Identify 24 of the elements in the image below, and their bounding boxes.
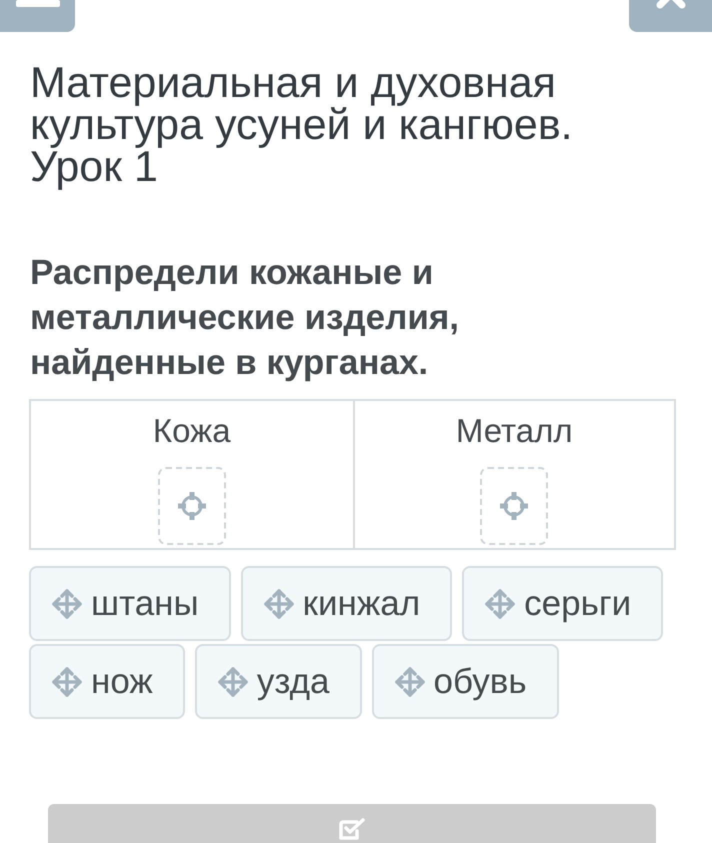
answer-chip[interactable]: нож bbox=[29, 644, 185, 719]
drop-zone[interactable] bbox=[158, 467, 226, 545]
drop-zone[interactable] bbox=[480, 467, 548, 545]
close-button[interactable] bbox=[629, 0, 712, 32]
answer-chip[interactable]: серьги bbox=[462, 566, 664, 641]
column-header: Кожа bbox=[152, 411, 231, 451]
menu-button[interactable] bbox=[0, 0, 75, 32]
move-icon bbox=[51, 666, 83, 698]
move-icon bbox=[484, 588, 516, 620]
task-text: Распредели кожаные и металлические изделия, найденные в курганах. bbox=[30, 252, 460, 384]
lesson-title: Материальная и духовная культура усуней и кангюев. Урок 1 bbox=[30, 62, 574, 188]
move-icon bbox=[51, 588, 83, 620]
crosshair-icon bbox=[176, 491, 207, 521]
answer-chip[interactable]: кинжал bbox=[240, 566, 452, 641]
move-icon bbox=[262, 588, 295, 620]
menu-icon bbox=[14, 0, 62, 8]
move-icon bbox=[216, 666, 249, 698]
crosshair-icon bbox=[499, 491, 530, 521]
check-square-icon bbox=[339, 818, 365, 840]
answer-chip[interactable]: обувь bbox=[372, 644, 559, 719]
answer-chip[interactable]: штаны bbox=[29, 566, 231, 641]
answer-chip[interactable]: узда bbox=[194, 644, 362, 719]
column-header: Металл bbox=[456, 411, 573, 451]
move-icon bbox=[394, 666, 426, 698]
